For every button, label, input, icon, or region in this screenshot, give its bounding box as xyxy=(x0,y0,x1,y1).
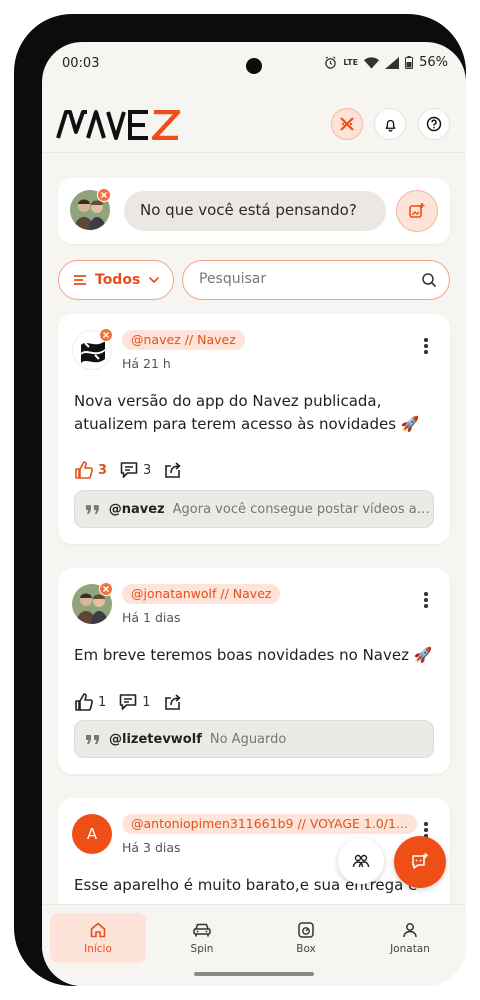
box-icon xyxy=(298,922,314,938)
battery-level: 56% xyxy=(419,55,448,70)
filter-label: Todos xyxy=(95,272,141,288)
avatar-initial: A xyxy=(86,825,98,843)
like-count: 1 xyxy=(98,694,107,710)
alarm-icon xyxy=(325,56,337,69)
post-author-avatar[interactable] xyxy=(72,328,113,370)
battery-icon xyxy=(405,56,414,69)
bell-icon xyxy=(385,119,395,132)
post-author-tag[interactable]: @jonatanwolf // Navez xyxy=(122,584,281,604)
comment-text: No Aguardo xyxy=(209,731,287,747)
post-text: Em breve teremos boas novidades no Navez… xyxy=(74,646,433,664)
lte-indicator: LTE xyxy=(343,58,359,67)
search-icon[interactable] xyxy=(421,272,437,288)
latest-comment[interactable]: @lizetevwolf No Aguardo xyxy=(74,720,434,758)
search-input[interactable] xyxy=(199,271,399,287)
nav-home[interactable]: Início xyxy=(50,913,146,963)
user-avatar[interactable] xyxy=(70,188,111,230)
composer-input[interactable]: No que você está pensando? xyxy=(124,191,386,231)
list-filter-icon xyxy=(74,275,86,285)
thumbs-up-icon xyxy=(75,461,93,479)
post-author-avatar[interactable]: A xyxy=(72,814,112,854)
group-icon xyxy=(352,854,370,868)
avatar-letter: A xyxy=(72,814,112,854)
post-time: Há 1 dias xyxy=(122,610,181,625)
status-time: 00:03 xyxy=(62,56,100,71)
share-button[interactable] xyxy=(163,460,183,480)
avatar-badge-icon xyxy=(99,582,113,596)
camera-cutout xyxy=(246,58,262,74)
status-bar: 00:03 LTE 56% xyxy=(42,42,466,86)
post-actions: 1 1 xyxy=(74,692,195,712)
post-author-tag[interactable]: @antoniopimen311661b9 // VOYAGE 1.0/1... xyxy=(122,814,417,834)
chevron-down-icon xyxy=(149,276,160,284)
navez-logo xyxy=(56,109,182,144)
post-time: Há 3 dias xyxy=(122,840,181,855)
nav-label: Spin xyxy=(190,943,214,955)
car-icon xyxy=(193,923,211,937)
comment-button[interactable]: 1 xyxy=(118,692,151,712)
profile-icon xyxy=(403,923,417,938)
question-icon xyxy=(426,116,442,132)
share-icon xyxy=(164,694,180,710)
share-button[interactable] xyxy=(163,692,183,712)
share-icon xyxy=(165,462,181,478)
add-media-button[interactable] xyxy=(396,190,438,232)
comment-button[interactable]: 3 xyxy=(119,460,151,480)
latest-comment[interactable]: @navez Agora você consegue postar vídeos… xyxy=(74,490,434,528)
nav-label: Jonatan xyxy=(390,943,430,955)
help-button[interactable] xyxy=(418,108,450,140)
app-screen: 00:03 LTE 56% No que você está pensando?… xyxy=(42,42,466,986)
post-card: @jonatanwolf // Navez Há 1 dias Em breve… xyxy=(58,568,450,774)
nav-box[interactable]: Box xyxy=(258,913,354,963)
comment-text: Agora você consegue postar vídeos aq... xyxy=(172,501,433,517)
comment-icon xyxy=(120,462,138,478)
comment-count: 3 xyxy=(143,462,152,478)
phone-frame: 00:03 LTE 56% No que você está pensando?… xyxy=(14,14,466,986)
comment-count: 1 xyxy=(142,694,151,710)
comment-user: @navez xyxy=(108,501,165,517)
chat-button[interactable] xyxy=(394,836,446,888)
like-count: 3 xyxy=(98,462,108,478)
post-text: Esse aparelho é muito barato,e sua entre… xyxy=(74,876,418,894)
gesture-home-bar[interactable] xyxy=(194,972,314,976)
app-header xyxy=(42,102,466,154)
nav-label: Box xyxy=(296,943,316,955)
more-options-icon[interactable] xyxy=(424,338,428,356)
status-icons: LTE 56% xyxy=(324,55,448,70)
nav-spin[interactable]: Spin xyxy=(154,913,250,963)
post-composer: No que você está pensando? xyxy=(58,178,450,244)
header-divider xyxy=(42,152,466,153)
like-button[interactable]: 3 xyxy=(74,460,107,480)
nav-label: Início xyxy=(84,943,112,955)
post-author-tag[interactable]: @navez // Navez xyxy=(122,330,245,350)
brand-button[interactable] xyxy=(331,108,363,140)
nav-profile[interactable]: Jonatan xyxy=(362,913,458,963)
groups-button[interactable] xyxy=(338,838,384,884)
quote-icon xyxy=(86,735,99,744)
chat-icon xyxy=(412,853,428,869)
avatar-badge-icon xyxy=(97,188,111,202)
post-card: @navez // Navez Há 21 h Nova versão do a… xyxy=(58,314,450,544)
thumbs-up-icon xyxy=(75,693,93,711)
quote-icon xyxy=(85,505,99,514)
like-button[interactable]: 1 xyxy=(74,692,106,712)
home-icon xyxy=(90,922,106,938)
post-text: Nova versão do app do Navez publicada, a… xyxy=(74,392,420,433)
search-field xyxy=(182,260,450,300)
filter-dropdown[interactable]: Todos xyxy=(58,260,174,300)
comment-user: @lizetevwolf xyxy=(109,731,202,747)
signal-icon xyxy=(385,56,400,69)
comment-icon xyxy=(119,694,137,710)
navez-mark-icon xyxy=(340,117,354,131)
notifications-button[interactable] xyxy=(374,108,406,140)
post-time: Há 21 h xyxy=(122,356,171,371)
post-author-avatar[interactable] xyxy=(72,582,113,624)
avatar-badge-icon xyxy=(99,328,113,342)
add-image-icon xyxy=(409,203,425,218)
post-actions: 3 3 xyxy=(74,460,195,480)
more-options-icon[interactable] xyxy=(424,592,428,610)
wifi-icon xyxy=(364,56,380,69)
